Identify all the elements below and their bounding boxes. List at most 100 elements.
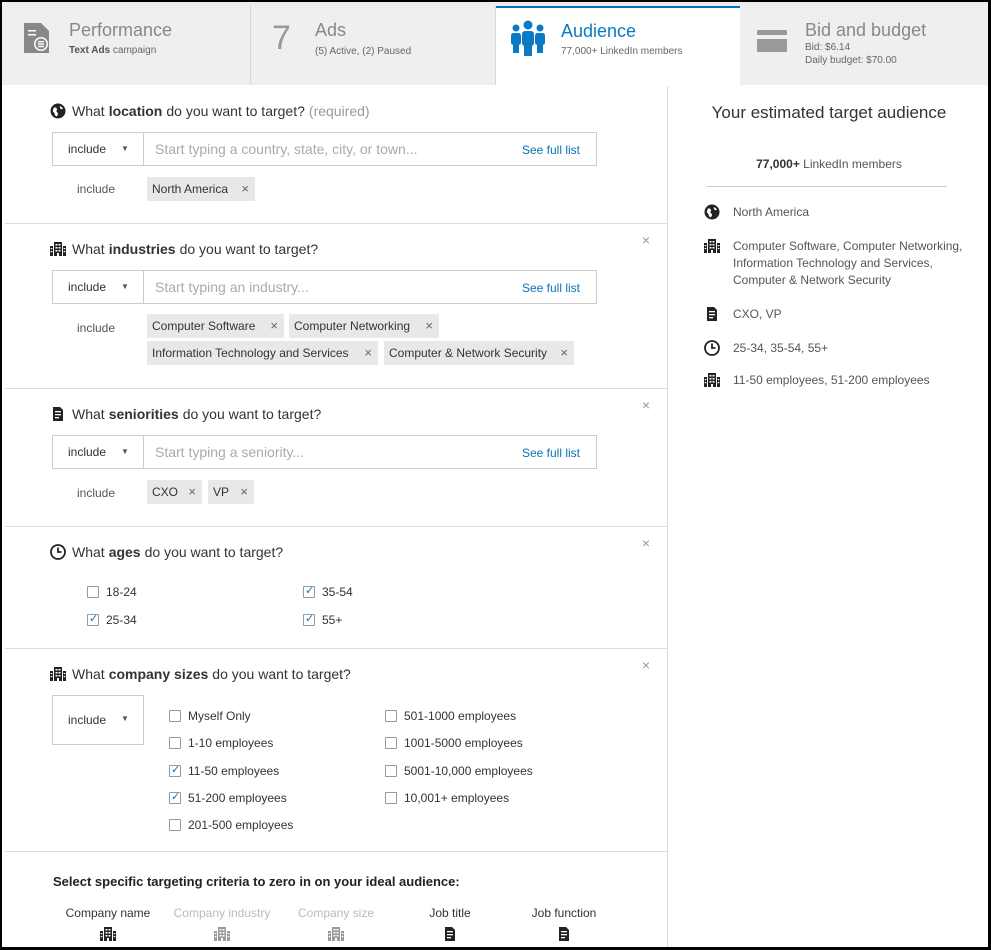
seniorities-see-full-list[interactable]: See full list [522,436,580,470]
building-icon [50,666,66,682]
remove-icon[interactable]: × [270,314,278,338]
summary-row-ages: 25-34, 35-54, 55+ [704,340,964,357]
remove-icon[interactable]: × [241,177,249,201]
checkbox[interactable] [385,792,397,804]
globe-icon [704,204,720,220]
seniorities-search-input[interactable]: Start typing a seniority... [155,436,304,468]
industries-see-full-list[interactable]: See full list [522,271,580,305]
close-section-icon[interactable]: × [642,232,650,248]
size-checkbox-1-10[interactable]: 1-10 employees [169,736,273,750]
clock-icon [704,340,720,356]
chip-computer-software: Computer Software × [147,314,284,338]
caret-down-icon: ▼ [121,282,129,291]
criteria-company-industry[interactable]: Company industry [167,906,277,942]
location-include-select[interactable]: include ▼ [53,133,144,165]
company-size-include-select[interactable]: include ▼ [52,695,144,745]
close-section-icon[interactable]: × [642,657,650,673]
ages-section: × Whatagesdo you want to target? 18-24 2… [5,527,668,649]
tab-ads[interactable]: 7 Ads (5) Active, (2) Paused [252,6,496,85]
caret-down-icon: ▼ [121,144,129,153]
close-section-icon[interactable]: × [642,397,650,413]
size-checkbox-myself-only[interactable]: Myself Only [169,709,251,723]
seniorities-section: × What seniorities do you want to target? … [5,389,668,527]
tab-bid-budget-title: Bid and budget [805,20,927,40]
campaign-tabs: Performance Text Ads campaign 7 Ads (5) … [2,2,988,86]
checkbox[interactable] [87,586,99,598]
location-include-label: include [77,182,116,196]
criteria-heading: Select specific targeting criteria to ze… [53,874,460,889]
size-checkbox-51-200[interactable]: 51-200 employees [169,790,287,805]
location-section: What location do you want to target? (requi… [5,86,668,224]
summary-heading: Your estimated target audience [711,103,947,122]
caret-down-icon: ▼ [121,447,129,456]
seniorities-question: What seniorities do you want to target? [50,406,321,422]
badge-icon [556,926,572,942]
checkbox[interactable] [385,737,397,749]
size-checkbox-201-500[interactable]: 201-500 employees [169,818,293,832]
industries-section: × What industries do you want to target? i… [5,224,668,389]
summary-row-seniorities: CXO, VP [704,306,964,323]
remove-icon[interactable]: × [364,341,372,365]
company-sizes-question: What company sizes do you want to target? [50,666,351,682]
checkbox[interactable] [303,612,315,626]
remove-icon[interactable]: × [560,341,568,365]
tab-performance-sub: Text Ads campaign [69,45,157,56]
checkbox[interactable] [385,765,397,777]
summary-divider [707,186,947,187]
size-checkbox-1001-5000[interactable]: 1001-5000 employees [385,736,523,750]
size-checkbox-10001-plus[interactable]: 10,001+ employees [385,791,509,805]
criteria-company-size[interactable]: Company size [281,906,391,942]
targeting-form: What location do you want to target? (requi… [5,86,668,947]
size-checkbox-11-50[interactable]: 11-50 employees [169,763,279,778]
chip-network-security: Computer & Network Security × [384,341,574,365]
tab-bid-budget[interactable]: Bid and budget Bid: $6.14 Daily budget: … [740,6,988,85]
building-icon [50,241,66,257]
building-icon [214,926,230,942]
size-checkbox-501-1000[interactable]: 501-1000 employees [385,709,516,723]
seniorities-include-label: include [77,486,116,500]
checkbox[interactable] [169,819,181,831]
location-picker: include ▼ Start typing a country, state, … [52,132,597,166]
remove-icon[interactable]: × [188,480,196,504]
age-checkbox-35-54[interactable]: 35-54 [303,584,353,599]
checkbox[interactable] [169,763,181,777]
location-see-full-list[interactable]: See full list [522,133,580,167]
checkbox[interactable] [169,737,181,749]
age-checkbox-18-24[interactable]: 18-24 [87,585,137,599]
criteria-job-title[interactable]: Job title [395,906,505,942]
tab-audience[interactable]: Audience 77,000+ LinkedIn members [496,6,740,86]
chip-cxo: CXO × [147,480,202,504]
ads-count: 7 [272,19,291,57]
industries-include-label: include [77,321,116,335]
checkbox[interactable] [87,612,99,626]
size-checkbox-5001-10000[interactable]: 5001-10,000 employees [385,764,533,778]
tab-performance-title: Performance [69,20,173,40]
summary-row-company-sizes: 11-50 employees, 51-200 employees [704,372,964,389]
age-checkbox-55-plus[interactable]: 55+ [303,612,342,627]
industries-question: What industries do you want to target? [50,241,318,257]
tab-performance[interactable]: Performance Text Ads campaign [2,6,251,85]
tab-audience-title: Audience [561,21,637,41]
age-checkbox-25-34[interactable]: 25-34 [87,612,137,627]
checkbox[interactable] [169,790,181,804]
ages-question: What ages do you want to target? [50,544,283,560]
company-sizes-section: × What company sizes do you want to target… [5,649,668,852]
checkbox[interactable] [169,710,181,722]
close-section-icon[interactable]: × [642,535,650,551]
criteria-job-function[interactable]: Job function [509,906,619,942]
document-chart-icon [22,22,52,54]
checkbox[interactable] [385,710,397,722]
checkbox[interactable] [303,584,315,598]
remove-icon[interactable]: × [425,314,433,338]
seniorities-include-select[interactable]: include ▼ [53,436,144,468]
industries-include-select[interactable]: include ▼ [53,271,144,303]
clock-icon [50,544,66,560]
location-search-input[interactable]: Start typing a country, state, city, or … [155,133,417,165]
people-group-icon [508,18,548,58]
summary-row-industries: Computer Software, Computer Networking, … [704,238,964,289]
summary-count: 77,000+ LinkedIn members [756,157,902,171]
criteria-company-name[interactable]: Company name [53,906,163,942]
remove-icon[interactable]: × [240,480,248,504]
building-icon [704,372,720,388]
industries-search-input[interactable]: Start typing an industry... [155,271,309,303]
